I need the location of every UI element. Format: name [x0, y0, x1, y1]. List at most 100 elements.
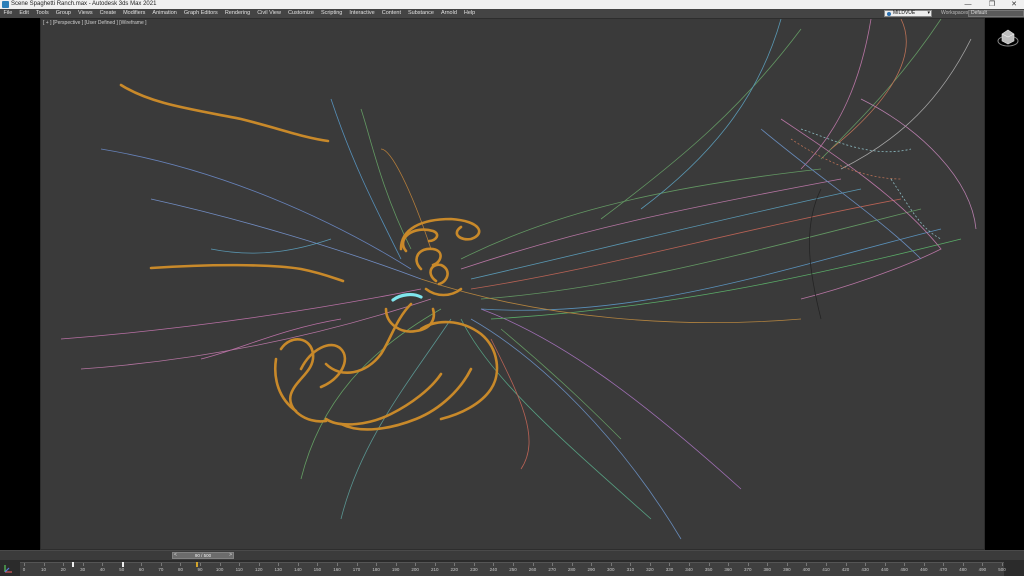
perspective-viewport[interactable]: [ + ] [Perspective ] [User Defined ] [Wi…: [40, 18, 985, 550]
minimize-button[interactable]: —: [958, 0, 978, 9]
menu-help[interactable]: Help: [460, 9, 478, 18]
ruler-label: 360: [724, 567, 732, 572]
ruler-tick: [923, 563, 925, 566]
menu-customize[interactable]: Customize: [284, 9, 317, 18]
ruler-tick: [415, 563, 417, 566]
ruler-label: 90: [197, 567, 203, 572]
ruler-tick: [141, 563, 143, 566]
ruler-label: 480: [959, 567, 967, 572]
ruler-label: 20: [60, 567, 66, 572]
ruler-tick: [219, 563, 221, 566]
ruler-label: 420: [841, 567, 850, 572]
app-icon: [2, 1, 9, 8]
ruler-label: 500: [998, 567, 1006, 572]
ruler-label: 80: [177, 567, 183, 572]
menu-arnold[interactable]: Arnold: [437, 9, 460, 18]
ruler-tick: [532, 563, 534, 566]
ruler-tick: [708, 563, 710, 566]
ruler-label: 450: [900, 567, 908, 572]
maximize-button[interactable]: ❐: [982, 0, 1002, 9]
ruler-label: 310: [626, 567, 635, 572]
ruler-tick: [239, 563, 241, 566]
ruler-label: 140: [294, 567, 302, 572]
menu-modifiers[interactable]: Modifiers: [120, 9, 149, 18]
chevron-down-icon: ▾: [927, 10, 930, 16]
next-frame-button[interactable]: >: [229, 553, 232, 558]
menu-edit[interactable]: Edit: [16, 9, 32, 18]
ruler-tick: [982, 563, 984, 566]
key-marker[interactable]: [196, 562, 198, 567]
menu-graph-editors[interactable]: Graph Editors: [180, 9, 221, 18]
viewport-label[interactable]: [ + ] [Perspective ] [User Defined ] [Wi…: [41, 19, 147, 27]
ruler-tick: [786, 563, 788, 566]
menu-animation[interactable]: Animation: [149, 9, 180, 18]
ruler-tick: [493, 563, 495, 566]
right-side-panel: [985, 18, 1024, 550]
ruler-tick: [610, 563, 612, 566]
ruler-tick: [180, 563, 182, 566]
ruler-label: 240: [489, 567, 498, 572]
key-marker[interactable]: [72, 562, 74, 567]
ruler-label: 340: [685, 567, 693, 572]
ruler-label: 290: [587, 567, 595, 572]
ruler-label: 380: [763, 567, 772, 572]
menu-interactive[interactable]: Interactive: [346, 9, 378, 18]
ruler-tick: [630, 563, 632, 566]
ruler-tick: [356, 563, 358, 566]
user-name: MILDVUE: [893, 10, 916, 16]
ruler-label: 10: [41, 567, 47, 572]
ruler-label: 190: [391, 567, 400, 572]
ruler-label: 410: [822, 567, 830, 572]
time-bar: [0, 550, 1024, 560]
axis-icon: [4, 565, 12, 573]
ruler-tick: [278, 563, 280, 566]
prev-frame-button[interactable]: <: [174, 553, 177, 558]
workspace-select[interactable]: Default: [968, 10, 1024, 17]
ruler-label: 180: [372, 567, 380, 572]
menu-file[interactable]: File: [0, 9, 16, 18]
ruler-tick: [747, 563, 749, 566]
ruler-tick: [806, 563, 808, 566]
user-account-dropdown[interactable]: MILDVUE ▾: [884, 10, 932, 17]
menu-views[interactable]: Views: [75, 9, 97, 18]
ruler-label: 120: [254, 567, 263, 572]
menu-substance[interactable]: Substance: [404, 9, 437, 18]
ruler-tick: [571, 563, 573, 566]
ruler-label: 0: [22, 567, 26, 572]
ruler-tick: [962, 563, 964, 566]
ruler-tick: [395, 563, 397, 566]
ruler-label: 470: [939, 567, 948, 572]
time-slider-value: 90 / 500: [194, 553, 212, 558]
viewcube-icon[interactable]: [996, 26, 1020, 48]
menu-tools[interactable]: Tools: [32, 9, 52, 18]
ruler-label: 390: [783, 567, 791, 572]
ruler-label: 150: [313, 567, 322, 572]
ruler-tick: [904, 563, 906, 566]
menu-rendering[interactable]: Rendering: [221, 9, 253, 18]
user-icon: [887, 12, 891, 16]
ruler-tick: [552, 563, 554, 566]
ruler-label: 370: [743, 567, 752, 572]
ruler-label: 60: [138, 567, 144, 572]
menu-create[interactable]: Create: [96, 9, 120, 18]
menu-civil-view[interactable]: Civil View: [254, 9, 285, 18]
key-marker[interactable]: [122, 562, 124, 567]
ruler-label: 270: [548, 567, 556, 572]
ruler-tick: [160, 563, 162, 566]
close-button[interactable]: ✕: [1004, 0, 1024, 9]
menu-scripting[interactable]: Scripting: [317, 9, 345, 18]
left-side-panel: [0, 18, 40, 550]
menu-content[interactable]: Content: [378, 9, 404, 18]
ruler-label: 250: [509, 567, 517, 572]
workspaces-label: Workspaces:: [941, 10, 970, 16]
ruler-label: 300: [607, 567, 615, 572]
ruler-label: 490: [978, 567, 987, 572]
viewport-scene: [60, 19, 977, 540]
time-slider[interactable]: < 90 / 500 >: [172, 552, 234, 559]
ruler-tick: [102, 563, 104, 566]
menu-group[interactable]: Group: [52, 9, 74, 18]
ruler-tick: [943, 563, 945, 566]
ruler-tick: [825, 563, 827, 566]
ruler-tick: [454, 563, 456, 566]
ruler-tick: [845, 563, 847, 566]
